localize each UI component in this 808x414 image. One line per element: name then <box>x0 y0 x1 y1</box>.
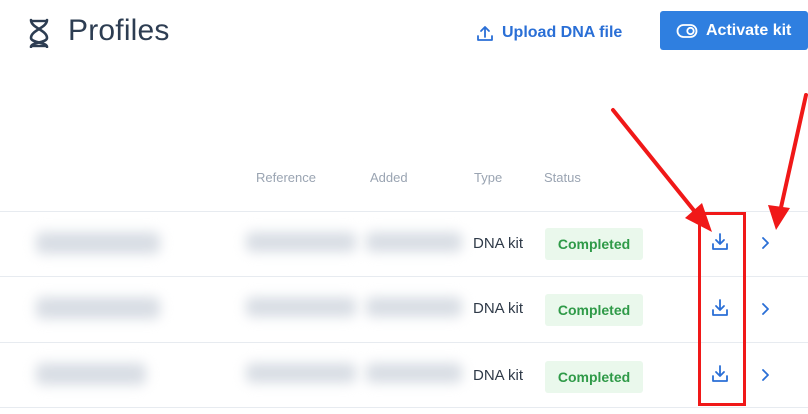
dna-icon <box>29 18 49 48</box>
upload-dna-file-link[interactable]: Upload DNA file <box>476 20 622 46</box>
blurred-name <box>36 363 146 385</box>
chevron-right-icon[interactable] <box>760 301 772 317</box>
table-row[interactable]: DNA kit Completed <box>0 211 808 275</box>
type-cell: DNA kit <box>473 300 524 317</box>
type-cell: DNA kit <box>473 235 524 252</box>
table-row[interactable]: DNA kit Completed <box>0 276 808 340</box>
toggle-icon <box>676 23 698 38</box>
blurred-reference <box>246 363 356 383</box>
blurred-added-date <box>366 232 462 252</box>
upload-label: Upload DNA file <box>502 24 623 41</box>
upload-icon <box>477 26 493 41</box>
type-cell: DNA kit <box>473 367 524 384</box>
chevron-right-icon[interactable] <box>760 367 772 383</box>
status-badge: Completed <box>545 228 643 260</box>
column-header-type[interactable]: Type <box>474 170 502 185</box>
blurred-name <box>36 232 160 254</box>
status-badge: Completed <box>545 361 643 393</box>
activate-kit-button[interactable]: Activate kit <box>660 11 808 50</box>
blurred-reference <box>246 297 356 317</box>
status-badge: Completed <box>545 294 643 326</box>
column-header-status[interactable]: Status <box>544 170 581 185</box>
red-arrow-right <box>778 93 808 214</box>
page-title: Profiles <box>68 14 170 47</box>
highlight-box <box>698 212 746 406</box>
red-arrow-left <box>611 108 702 220</box>
column-header-reference[interactable]: Reference <box>256 170 316 185</box>
table-row[interactable]: DNA kit Completed <box>0 342 808 408</box>
blurred-added-date <box>366 363 462 383</box>
blurred-name <box>36 297 160 319</box>
activate-label: Activate kit <box>706 21 792 39</box>
chevron-right-icon[interactable] <box>760 235 772 251</box>
blurred-added-date <box>366 297 462 317</box>
blurred-reference <box>246 232 356 252</box>
column-header-added[interactable]: Added <box>370 170 408 185</box>
